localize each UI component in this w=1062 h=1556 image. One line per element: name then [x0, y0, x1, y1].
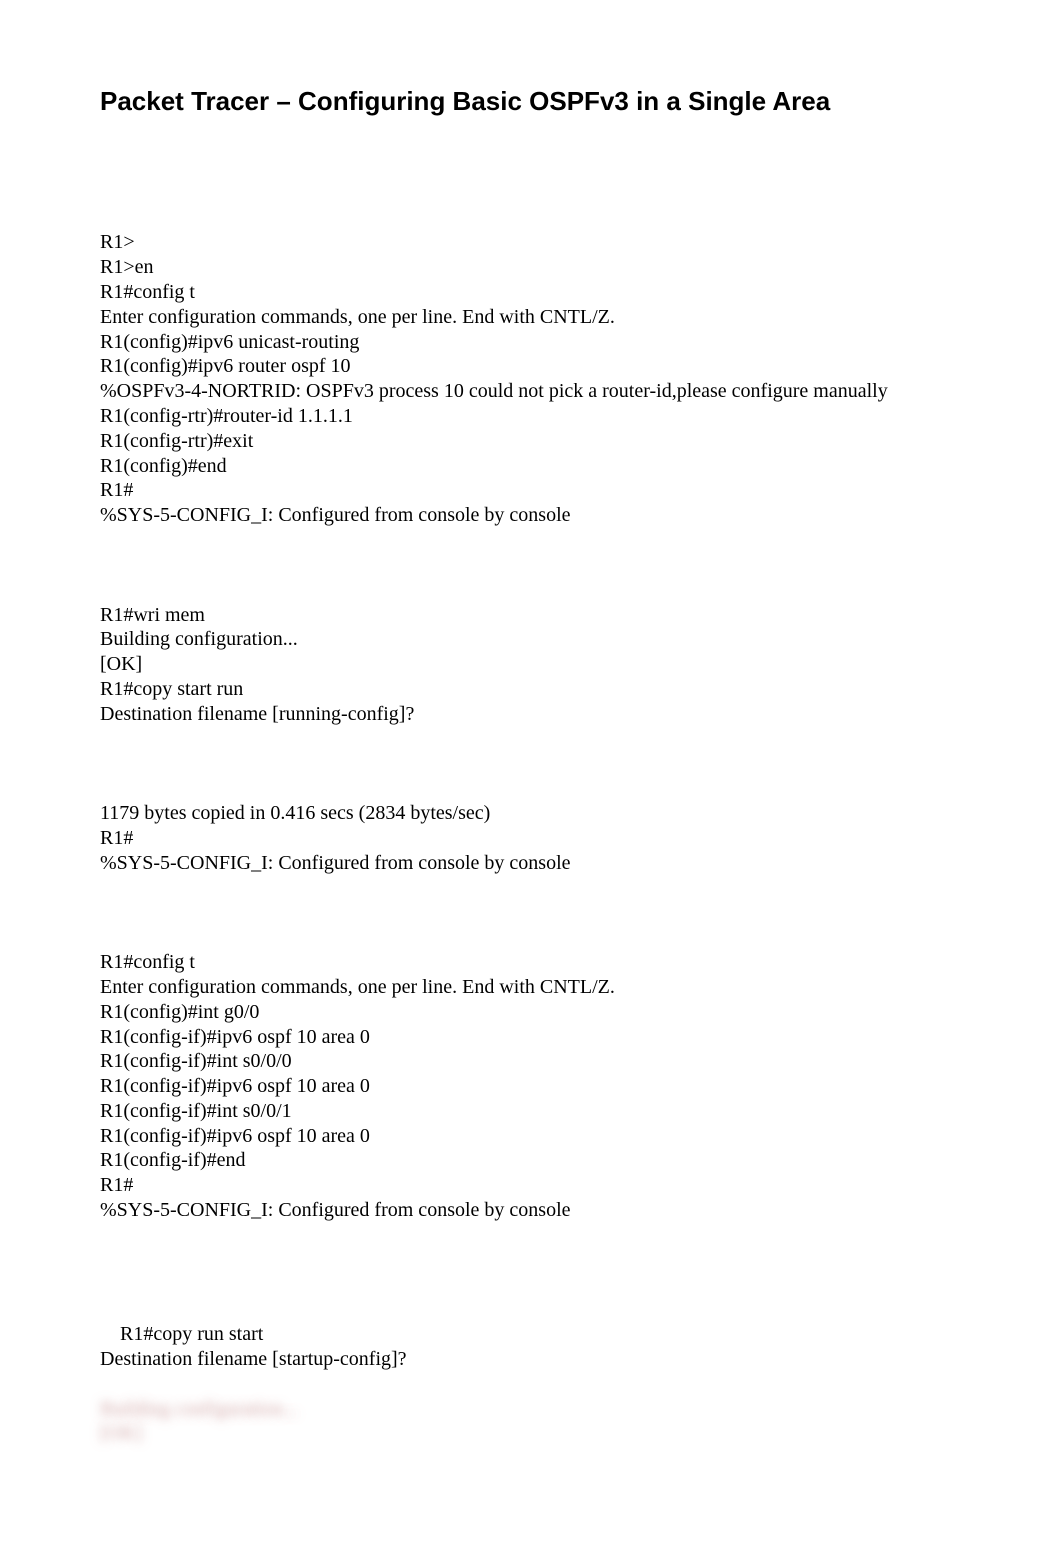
terminal-block: R1> R1>en R1#config t Enter configuratio… — [100, 230, 962, 528]
terminal-text: R1#copy run start Destination filename [… — [100, 1323, 407, 1370]
blurred-text: Building configuration... [OK] — [100, 1397, 962, 1447]
terminal-block: R1#wri mem Building configuration... [OK… — [100, 603, 962, 727]
terminal-block: R1#copy run start Destination filename [… — [100, 1297, 962, 1495]
terminal-output: R1> R1>en R1#config t Enter configuratio… — [100, 181, 962, 1521]
terminal-block: 1179 bytes copied in 0.416 secs (2834 by… — [100, 801, 962, 875]
terminal-block: R1#config t Enter configuration commands… — [100, 950, 962, 1223]
document-title: Packet Tracer – Configuring Basic OSPFv3… — [100, 85, 962, 119]
